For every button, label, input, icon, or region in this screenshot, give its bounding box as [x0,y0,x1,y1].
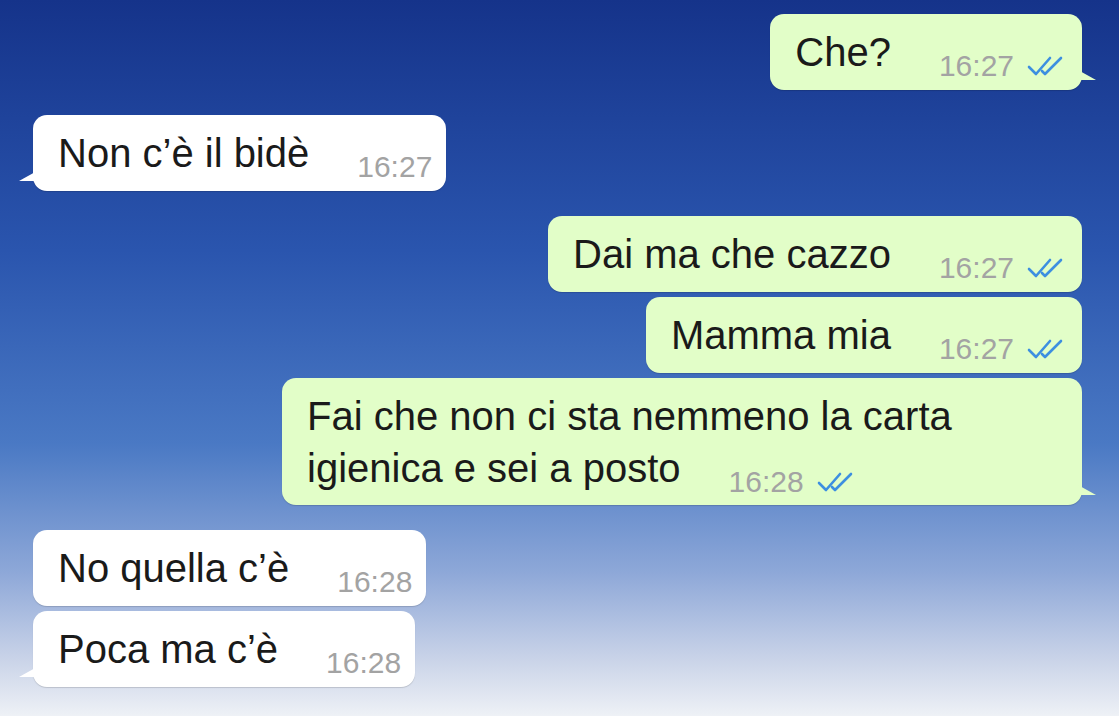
message-text: Dai ma che cazzo [573,232,891,276]
message-meta: 16:27 [939,251,1068,285]
read-ticks-icon [1026,54,1068,78]
bubble-tail [19,667,37,677]
message-meta: 16:27 [939,332,1068,366]
message-text: Mamma mia [671,313,891,357]
message-time: 16:27 [939,251,1014,285]
incoming-message[interactable]: Non c’è il bidè 16:27 [33,115,446,191]
incoming-message[interactable]: No quella c’è 16:28 [33,530,426,606]
message-row: Fai che non ci sta nemmeno la carta igie… [33,378,1082,505]
message-text: No quella c’è [58,546,289,590]
message-meta: 16:28 [326,646,401,680]
message-time: 16:28 [337,565,412,599]
message-text: Poca ma c’è [58,627,278,671]
outgoing-message[interactable]: Dai ma che cazzo 16:27 [548,216,1082,292]
message-text: Fai che non ci sta nemmeno la carta igie… [307,394,963,490]
message-row: Non c’è il bidè 16:27 [33,115,1082,191]
bubble-tail [1078,70,1096,80]
bubble-tail [1078,485,1096,495]
outgoing-message[interactable]: Che? 16:27 [770,14,1082,90]
message-time: 16:27 [939,49,1014,83]
message-row: No quella c’è 16:28 [33,530,1082,606]
message-row: Dai ma che cazzo 16:27 [33,216,1082,292]
message-meta: 16:27 [357,150,432,184]
chat-screen: Che?16:27Non c’è il bidè16:27Dai ma che … [0,0,1119,716]
read-ticks-icon [1026,256,1068,280]
message-meta: 16:28 [337,565,412,599]
message-text: Che? [795,30,891,74]
message-row: Poca ma c’è 16:28 [33,611,1082,687]
read-ticks-icon [1026,337,1068,361]
outgoing-message[interactable]: Fai che non ci sta nemmeno la carta igie… [282,378,1082,505]
message-meta: 16:28 [729,465,858,499]
message-time: 16:28 [326,646,401,680]
message-time: 16:28 [729,465,804,499]
message-time: 16:27 [357,150,432,184]
bubble-tail [19,171,37,181]
incoming-message[interactable]: Poca ma c’è 16:28 [33,611,415,687]
message-row: Che? 16:27 [33,14,1082,90]
outgoing-message[interactable]: Mamma mia 16:27 [646,297,1082,373]
message-time: 16:27 [939,332,1014,366]
message-text: Non c’è il bidè [58,131,309,175]
message-meta: 16:27 [939,49,1068,83]
read-ticks-icon [816,470,858,494]
message-row: Mamma mia 16:27 [33,297,1082,373]
